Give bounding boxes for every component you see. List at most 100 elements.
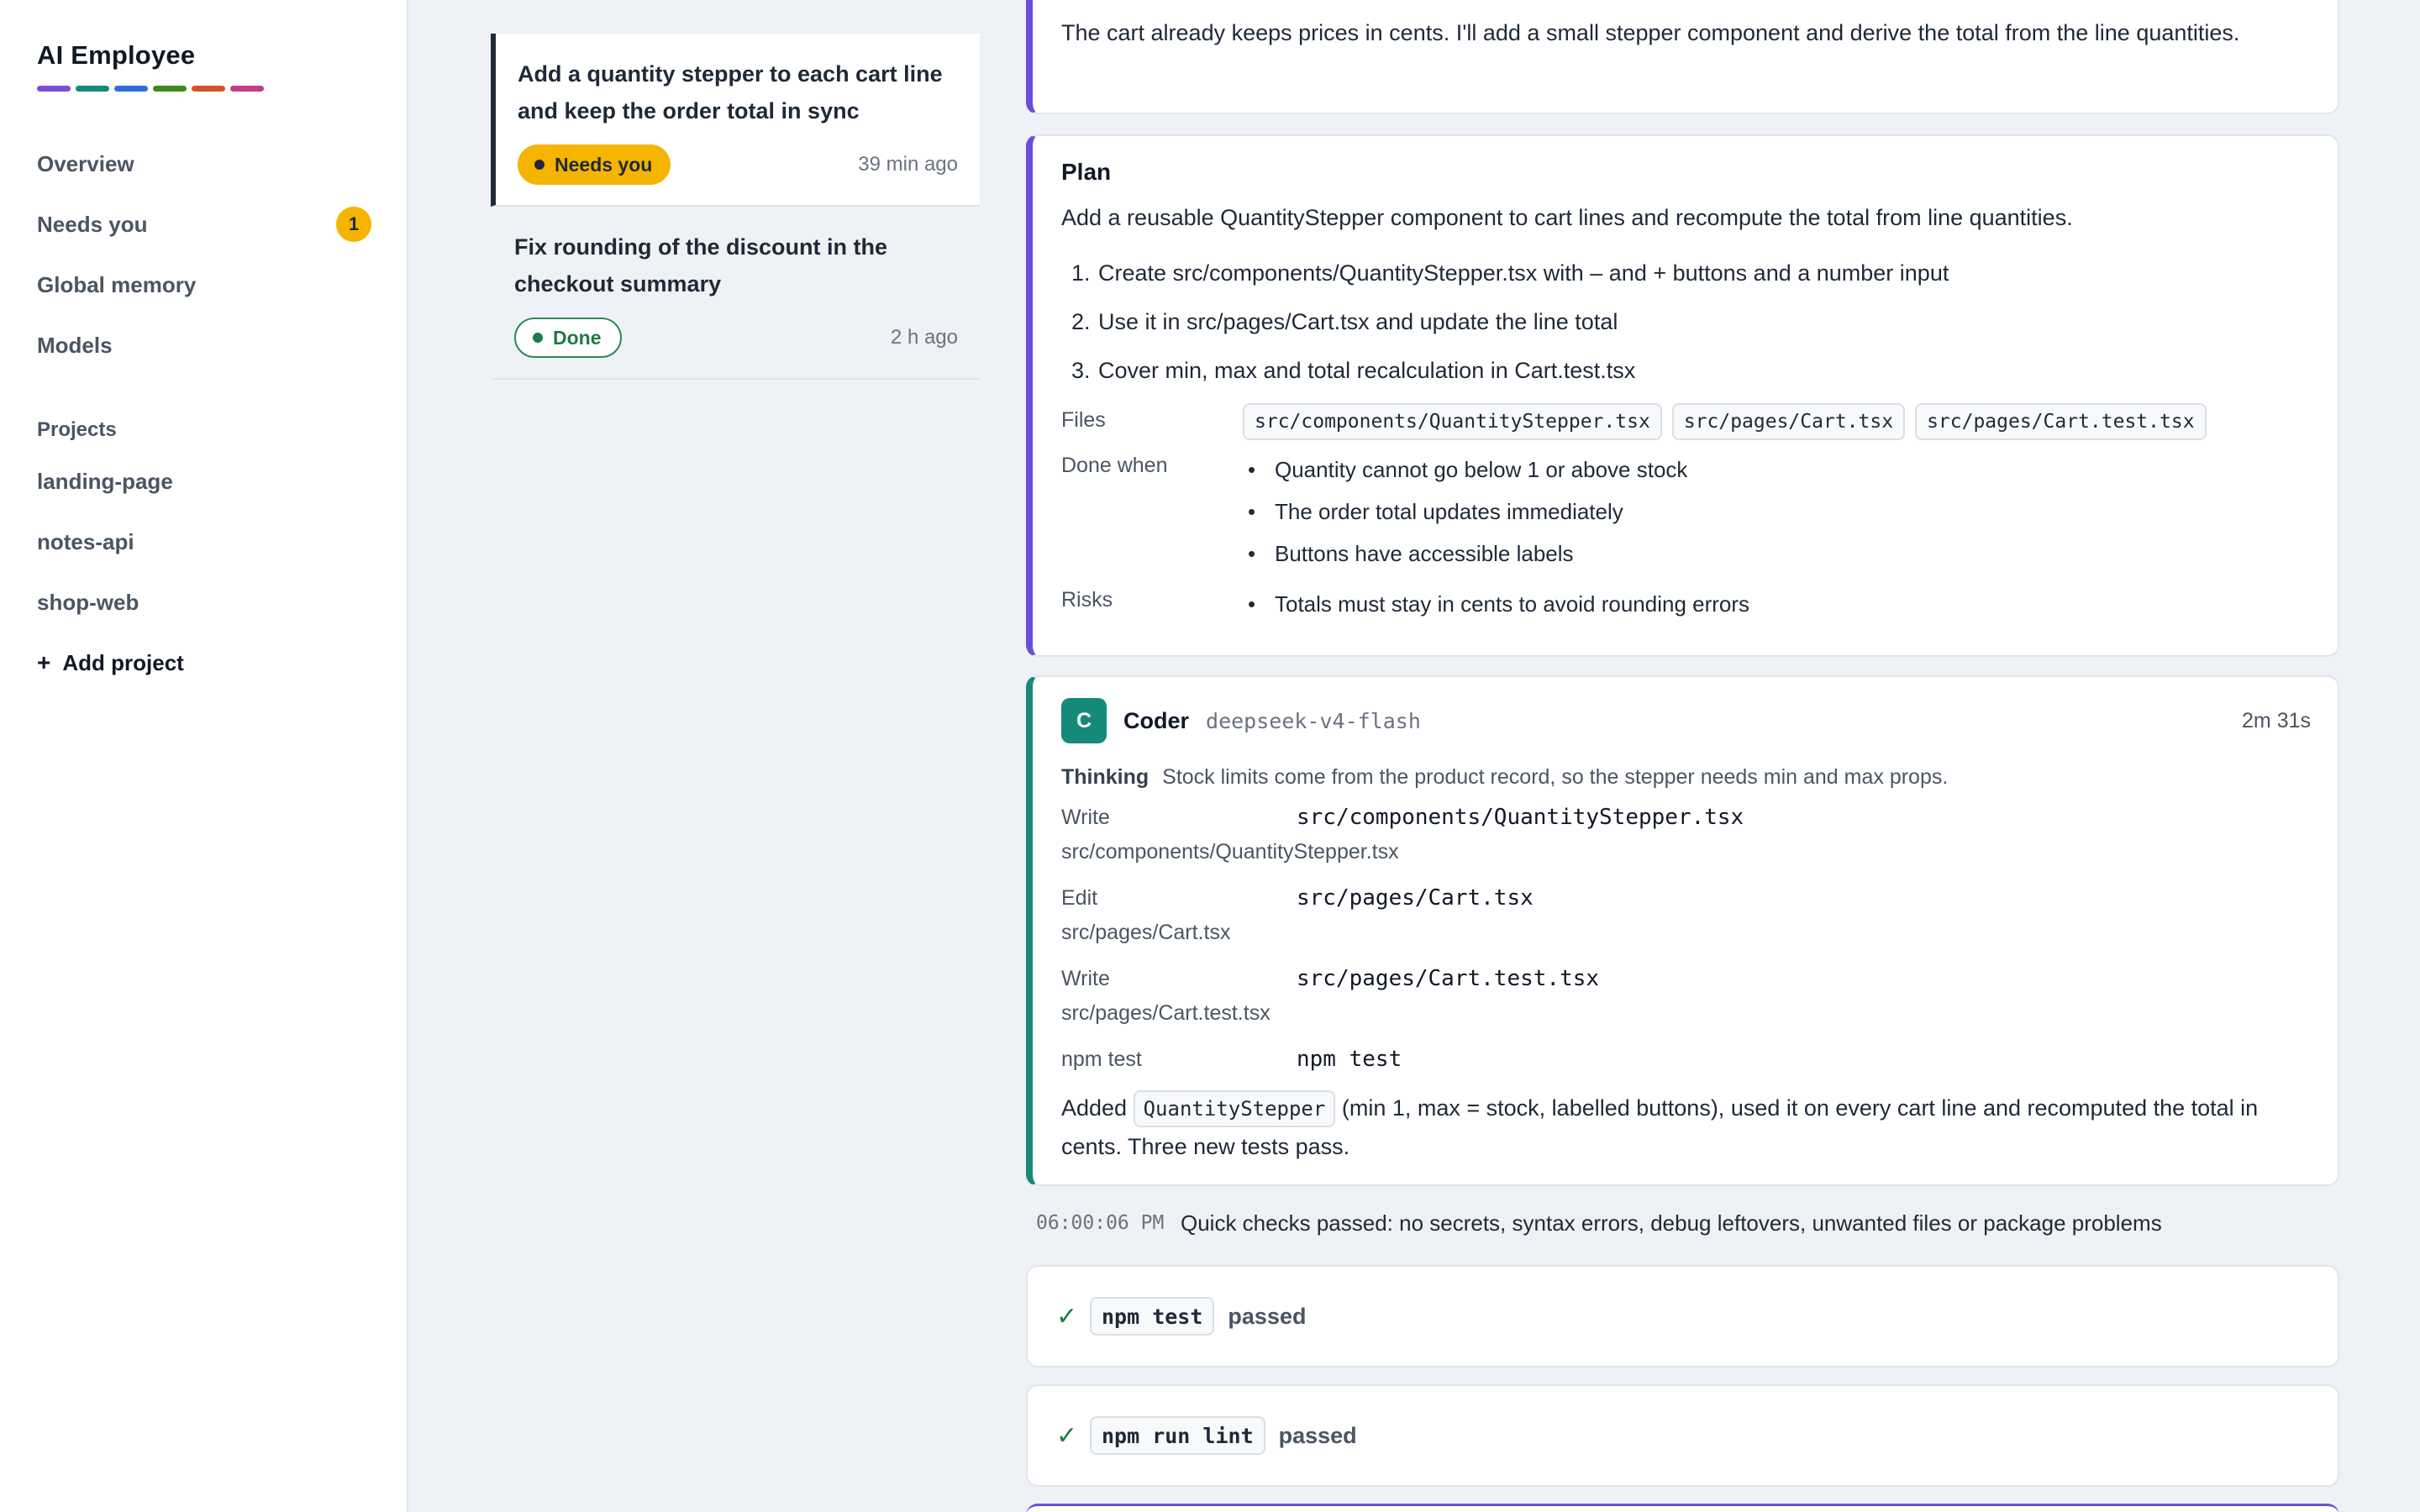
add-project-label: Add project bbox=[62, 649, 184, 675]
done-when-item: Buttons have accessible labels bbox=[1243, 533, 1687, 575]
action-path: src/components/QuantityStepper.tsx bbox=[1061, 839, 1399, 864]
action-verb: Edit bbox=[1061, 885, 1098, 910]
brand-bar-segment bbox=[76, 86, 109, 92]
project-item-landing-page[interactable]: landing-page bbox=[37, 451, 407, 512]
plus-icon: + bbox=[37, 649, 51, 675]
tool-action[interactable]: npm test npm test bbox=[1061, 1042, 2311, 1077]
nav-item-label: Global memory bbox=[37, 271, 197, 297]
action-arg: src/pages/Cart.test.tsx bbox=[1297, 966, 1600, 991]
test-result-label: passed bbox=[1278, 1422, 1357, 1448]
nav-item-label: Overview bbox=[37, 150, 134, 176]
thinking-line: Thinking Stock limits come from the prod… bbox=[1061, 758, 2311, 796]
plan-files-row: Files src/components/QuantityStepper.tsx… bbox=[1061, 403, 2304, 440]
task-title: Add a quantity stepper to each cart line… bbox=[518, 61, 943, 123]
test-result-card: ✓ npm run lint passed bbox=[1026, 1384, 2339, 1487]
run-duration: 2m 31s bbox=[2242, 708, 2311, 732]
task-timestamp: 2 h ago bbox=[890, 326, 958, 349]
task-meta: Needs you 39 min ago bbox=[518, 144, 958, 185]
agent-name: Coder bbox=[1123, 707, 1190, 733]
task-item-active[interactable]: Add a quantity stepper to each cart line… bbox=[491, 34, 980, 207]
sidebar: AI Employee Overview Needs you 1 Global … bbox=[0, 0, 408, 1512]
tool-action-row: Edit src/pages/Cart.tsx bbox=[1061, 880, 2311, 916]
file-chip[interactable]: src/pages/Cart.tsx bbox=[1671, 403, 1906, 440]
assistant-message-card: The cart already keeps prices in cents. … bbox=[1026, 0, 2339, 114]
task-timestamp: 39 min ago bbox=[858, 153, 958, 176]
status-label: Needs you bbox=[555, 153, 653, 176]
tool-action[interactable]: Write src/components/QuantityStepper.tsx… bbox=[1061, 800, 2311, 869]
file-chips: src/components/QuantityStepper.tsx src/p… bbox=[1243, 403, 2207, 440]
check-icon: ✓ bbox=[1056, 1302, 1078, 1331]
action-verb: Write bbox=[1061, 805, 1110, 829]
project-item-notes-api[interactable]: notes-api bbox=[37, 512, 407, 572]
needs-you-count-badge: 1 bbox=[336, 207, 371, 242]
brand-color-bar bbox=[37, 86, 407, 92]
plan-step: 3. Cover min, max and total recalculation… bbox=[1061, 346, 2304, 395]
coder-run-card: C Coder deepseek-v4-flash 2m 31s Thinkin… bbox=[1026, 675, 2339, 1186]
task-item[interactable]: Fix rounding of the discount in the chec… bbox=[491, 207, 980, 380]
thinking-label: Thinking bbox=[1061, 764, 1150, 789]
model-name: deepseek-v4-flash bbox=[1206, 708, 1421, 733]
project-item-shop-web[interactable]: shop-web bbox=[37, 572, 407, 633]
status-badge-done: Done bbox=[514, 318, 622, 358]
step-text: Cover min, max and total recalculation i… bbox=[1098, 357, 1636, 383]
plan-step: 1. Create src/components/QuantityStepper.… bbox=[1061, 249, 2304, 297]
action-path: src/pages/Cart.tsx bbox=[1061, 920, 1231, 944]
status-dot-icon bbox=[534, 160, 544, 170]
next-card-edge bbox=[1026, 1504, 2339, 1512]
risks-list: Totals must stay in cents to avoid round… bbox=[1243, 583, 1749, 625]
nav-item-label: Needs you bbox=[37, 211, 148, 237]
done-when-label: Done when bbox=[1061, 454, 1168, 477]
risks-label: Risks bbox=[1061, 588, 1113, 612]
nav-item-label: Models bbox=[37, 332, 113, 358]
brand-bar-segment bbox=[192, 86, 225, 92]
files-label: Files bbox=[1061, 408, 1106, 432]
avatar: C bbox=[1061, 698, 1107, 743]
action-verb: Write bbox=[1061, 966, 1110, 990]
nav-item-models[interactable]: Models bbox=[37, 315, 371, 375]
plan-done-when-row: Done when Quantity cannot go below 1 or … bbox=[1061, 449, 2304, 575]
action-arg: npm test bbox=[1297, 1047, 1402, 1072]
task-list: Add a quantity stepper to each cart line… bbox=[491, 34, 980, 380]
action-arg: src/pages/Cart.tsx bbox=[1297, 885, 1534, 911]
quick-checks-line: 06:00:06 PM Quick checks passed: no secr… bbox=[1036, 1206, 2162, 1240]
nav-item-global-memory[interactable]: Global memory bbox=[37, 255, 371, 315]
brand-bar-segment bbox=[114, 86, 148, 92]
thinking-text: Stock limits come from the product recor… bbox=[1162, 764, 1949, 789]
plan-step: 2. Use it in src/pages/Cart.tsx and updat… bbox=[1061, 297, 2304, 346]
file-chip[interactable]: src/components/QuantityStepper.tsx bbox=[1243, 403, 1662, 440]
done-when-item: The order total updates immediately bbox=[1243, 491, 1687, 533]
action-arg: src/components/QuantityStepper.tsx bbox=[1297, 805, 1744, 830]
brand-bar-segment bbox=[230, 86, 264, 92]
status-dot-icon bbox=[533, 333, 543, 343]
file-chip[interactable]: src/pages/Cart.test.tsx bbox=[1915, 403, 2207, 440]
nav-item-needs-you[interactable]: Needs you 1 bbox=[37, 194, 371, 255]
done-when-item: Quantity cannot go below 1 or above stoc… bbox=[1243, 449, 1687, 491]
plan-card: Plan Add a reusable QuantityStepper comp… bbox=[1026, 134, 2339, 657]
inline-code: QuantityStepper bbox=[1133, 1090, 1336, 1127]
brand-bar-segment bbox=[153, 86, 187, 92]
task-meta: Done 2 h ago bbox=[514, 318, 958, 358]
tool-action[interactable]: Edit src/pages/Cart.tsx src/pages/Cart.t… bbox=[1061, 880, 2311, 949]
check-timestamp: 06:00:06 PM bbox=[1036, 1212, 1165, 1234]
step-number: 3. bbox=[1071, 357, 1091, 383]
brand-bar-segment bbox=[37, 86, 71, 92]
coder-summary: Added QuantityStepper (min 1, max = stoc… bbox=[1061, 1089, 2311, 1166]
tool-action[interactable]: Write src/pages/Cart.test.tsx src/pages/… bbox=[1061, 961, 2311, 1030]
plan-steps: 1. Create src/components/QuantityStepper.… bbox=[1061, 249, 2304, 395]
nav-item-overview[interactable]: Overview bbox=[37, 134, 371, 194]
plan-title: Plan bbox=[1061, 159, 1112, 185]
test-result-label: passed bbox=[1228, 1303, 1307, 1329]
tool-action-row: npm test npm test bbox=[1061, 1042, 2311, 1077]
plan-summary: Add a reusable QuantityStepper component… bbox=[1061, 204, 2073, 230]
done-when-list: Quantity cannot go below 1 or above stoc… bbox=[1243, 449, 1687, 575]
step-text: Use it in src/pages/Cart.tsx and update … bbox=[1098, 308, 1618, 334]
action-path: src/pages/Cart.test.tsx bbox=[1061, 1000, 1270, 1025]
command-chip: npm run lint bbox=[1090, 1416, 1265, 1455]
plan-risks-row: Risks Totals must stay in cents to avoid… bbox=[1061, 583, 2304, 625]
add-project-button[interactable]: + Add project bbox=[37, 633, 407, 693]
assistant-message-text: The cart already keeps prices in cents. … bbox=[1061, 20, 2240, 45]
projects-heading: Projects bbox=[37, 418, 117, 441]
